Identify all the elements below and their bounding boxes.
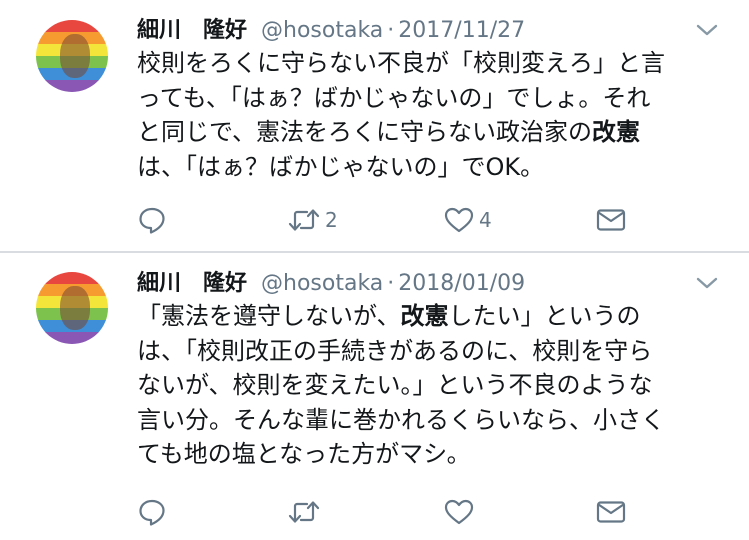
avatar-band — [36, 20, 108, 33]
chevron-down-icon[interactable] — [695, 275, 719, 291]
envelope-icon — [595, 205, 627, 235]
text-segment: は、「校則改正の手続きがあるのに、校則を守ら — [137, 336, 653, 365]
like-count: 4 — [479, 208, 492, 232]
text-segment: ても地の塩となった方がマシ。 — [137, 440, 471, 468]
heart-icon — [443, 497, 475, 527]
tweet-text-line: は、「はぁ？ばかじゃないの」でOK。 — [137, 150, 727, 185]
separator-dot: · — [387, 271, 395, 296]
reply-button[interactable] — [137, 202, 171, 238]
text-segment: 言い分。そんな輩に巻かれるくらいなら、小さく — [137, 405, 665, 434]
tweet-2[interactable]: 細川 隆好 @hosotaka · 2018/01/09 「憲法を遵守しないが、… — [0, 253, 749, 540]
retweet-count: 2 — [325, 208, 338, 232]
separator-dot: · — [387, 18, 395, 43]
retweet-arrows-icon — [287, 497, 321, 527]
retweet-button[interactable] — [287, 494, 325, 530]
text-segment: っても、「はぁ？ばかじゃないの」でしょ。それ — [137, 83, 651, 112]
tweet-text-line: ないが、校則を変えたい。」という不良のような — [137, 368, 727, 403]
avatar[interactable] — [36, 272, 108, 344]
tweet-text: 校則をろくに守らない不良が「校則変えろ」と言 っても、「はぁ？ばかじゃないの」でし… — [137, 46, 727, 184]
hashtag-highlight: 改憲 — [592, 118, 641, 146]
tweet-text-line: は、「校則改正の手続きがあるのに、校則を守ら — [137, 334, 727, 369]
speech-bubble-icon — [137, 497, 167, 527]
tweet-header: 細川 隆好 @hosotaka · 2018/01/09 — [137, 265, 525, 299]
text-segment: 「憲法を遵守しないが、 — [137, 302, 401, 330]
tweet-text-line: 「憲法を遵守しないが、改憲したい」というの — [137, 299, 727, 334]
tweet-date[interactable]: 2017/11/27 — [398, 18, 525, 43]
tweet-text-line: と同じで、憲法をろくに守らない政治家の改憲 — [137, 115, 727, 150]
tweet-text: 「憲法を遵守しないが、改憲したい」というの は、「校則改正の手続きがあるのに、校則… — [137, 299, 727, 472]
tweet-1[interactable]: 細川 隆好 @hosotaka · 2017/11/27 校則をろくに守らない不… — [0, 0, 749, 252]
text-segment: は、「はぁ？ばかじゃないの」でOK。 — [137, 152, 545, 181]
avatar[interactable] — [36, 20, 108, 92]
direct-message-button[interactable] — [595, 494, 627, 530]
author-handle[interactable]: @hosotaka — [261, 18, 383, 43]
tweet-text-line: っても、「はぁ？ばかじゃないの」でしょ。それ — [137, 81, 727, 116]
hashtag-highlight: 改憲 — [400, 302, 449, 330]
like-button[interactable]: 4 — [443, 202, 492, 238]
direct-message-button[interactable] — [595, 202, 627, 238]
speech-bubble-icon — [137, 205, 167, 235]
author-name[interactable]: 細川 隆好 — [137, 12, 247, 44]
text-segment: ないが、校則を変えたい。」という不良のような — [137, 371, 653, 399]
heart-icon — [443, 205, 475, 235]
avatar-face — [60, 286, 90, 330]
like-button[interactable] — [443, 494, 479, 530]
avatar-band — [36, 80, 108, 92]
tweet-text-line: 校則をろくに守らない不良が「校則変えろ」と言 — [137, 46, 727, 81]
reply-button[interactable] — [137, 494, 171, 530]
tweet-actions: 2 4 — [137, 202, 637, 238]
avatar-band — [36, 332, 108, 344]
avatar-face — [60, 34, 90, 78]
author-handle[interactable]: @hosotaka — [261, 271, 383, 296]
avatar-band — [36, 272, 108, 285]
tweet-actions — [137, 494, 637, 530]
text-segment: と同じで、憲法をろくに守らない政治家の — [137, 118, 593, 146]
text-segment: 校則をろくに守らない不良が「校則変えろ」と言 — [137, 49, 665, 77]
envelope-icon — [595, 497, 627, 527]
text-segment: したい」というの — [448, 302, 641, 330]
retweet-button[interactable]: 2 — [287, 202, 338, 238]
tweet-text-line: ても地の塩となった方がマシ。 — [137, 437, 727, 472]
tweet-date[interactable]: 2018/01/09 — [398, 271, 525, 296]
tweet-text-line: 言い分。そんな輩に巻かれるくらいなら、小さく — [137, 403, 727, 438]
author-name[interactable]: 細川 隆好 — [137, 265, 247, 297]
retweet-arrows-icon — [287, 205, 321, 235]
chevron-down-icon[interactable] — [695, 22, 719, 38]
tweet-header: 細川 隆好 @hosotaka · 2017/11/27 — [137, 12, 525, 46]
